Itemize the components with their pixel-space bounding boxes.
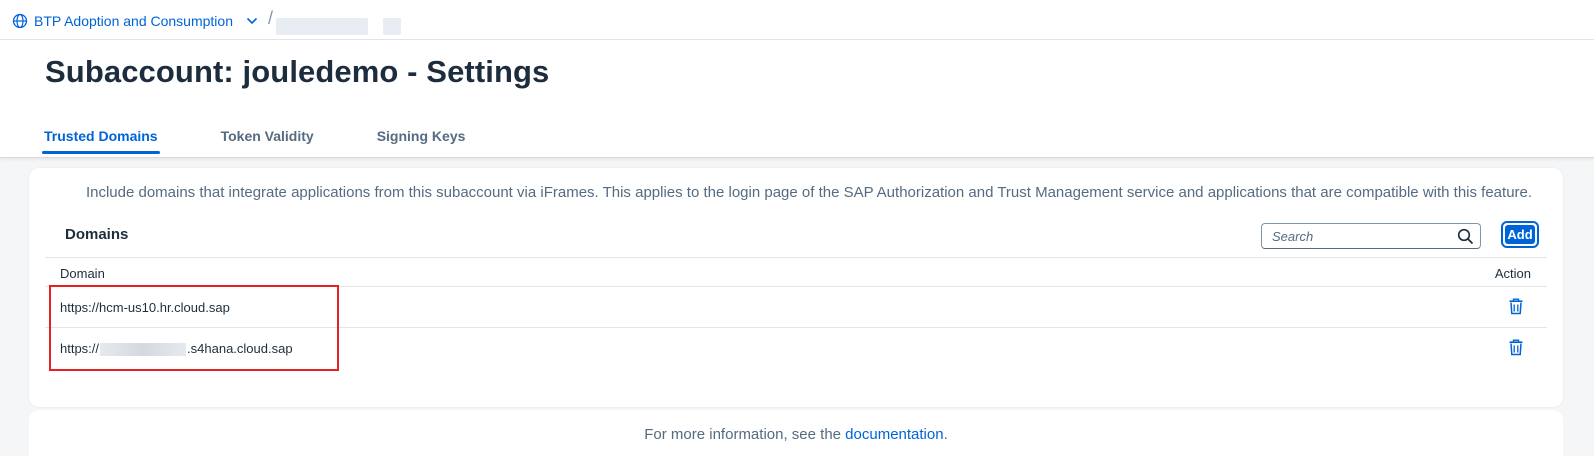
domains-table: Domain Action https://hcm-us10.hr.cloud.… <box>45 257 1547 369</box>
masked-subaccount-name[interactable] <box>276 18 368 35</box>
footer-suffix: . <box>943 426 948 443</box>
search-icon[interactable] <box>1457 228 1474 245</box>
global-account-selector[interactable]: BTP Adoption and Consumption <box>12 11 259 31</box>
tab-signing-keys[interactable]: Signing Keys <box>377 128 466 154</box>
delete-icon[interactable] <box>1508 339 1524 356</box>
search-field[interactable] <box>1261 223 1481 249</box>
domains-section-title: Domains <box>65 226 129 243</box>
add-button-label: Add <box>1505 225 1535 244</box>
breadcrumb-separator: / <box>268 8 274 28</box>
top-bar: BTP Adoption and Consumption / <box>0 0 1594 40</box>
globe-icon <box>12 13 28 29</box>
masked-domain-part <box>100 343 187 357</box>
table-row: https://hcm-us10.hr.cloud.sap <box>45 287 1547 328</box>
column-header-action: Action <box>1494 266 1531 281</box>
search-input[interactable] <box>1272 228 1452 245</box>
tab-bar: Trusted Domains Token Validity Signing K… <box>42 128 528 154</box>
table-header: Domain Action <box>45 257 1547 287</box>
page-title: Subaccount: jouledemo - Settings <box>45 54 550 89</box>
info-text: Include domains that integrate applicati… <box>85 184 1533 201</box>
footer-prefix: For more information, see the <box>644 426 846 443</box>
domain-cell: https://hcm-us10.hr.cloud.sap <box>60 300 230 315</box>
page-header: Subaccount: jouledemo - Settings Trusted… <box>0 40 1594 158</box>
column-header-domain: Domain <box>60 266 105 281</box>
add-domain-button[interactable]: Add <box>1501 221 1539 248</box>
footer-text: For more information, see the documentat… <box>29 426 1563 443</box>
table-row: https:// .s4hana.cloud.sap <box>45 328 1547 369</box>
documentation-link[interactable]: documentation <box>845 426 943 443</box>
footer-card: For more information, see the documentat… <box>29 410 1563 456</box>
delete-icon[interactable] <box>1508 298 1524 315</box>
masked-subaccount-extra <box>383 18 401 35</box>
domain-cell: https:// .s4hana.cloud.sap <box>60 341 293 357</box>
chevron-down-icon <box>246 17 258 25</box>
tab-trusted-domains[interactable]: Trusted Domains <box>42 128 160 154</box>
domain-prefix: https:// <box>60 341 100 356</box>
global-account-name: BTP Adoption and Consumption <box>34 13 233 29</box>
tab-token-validity[interactable]: Token Validity <box>221 128 314 154</box>
domain-suffix: .s4hana.cloud.sap <box>187 341 293 356</box>
trusted-domains-card: Include domains that integrate applicati… <box>29 168 1563 407</box>
